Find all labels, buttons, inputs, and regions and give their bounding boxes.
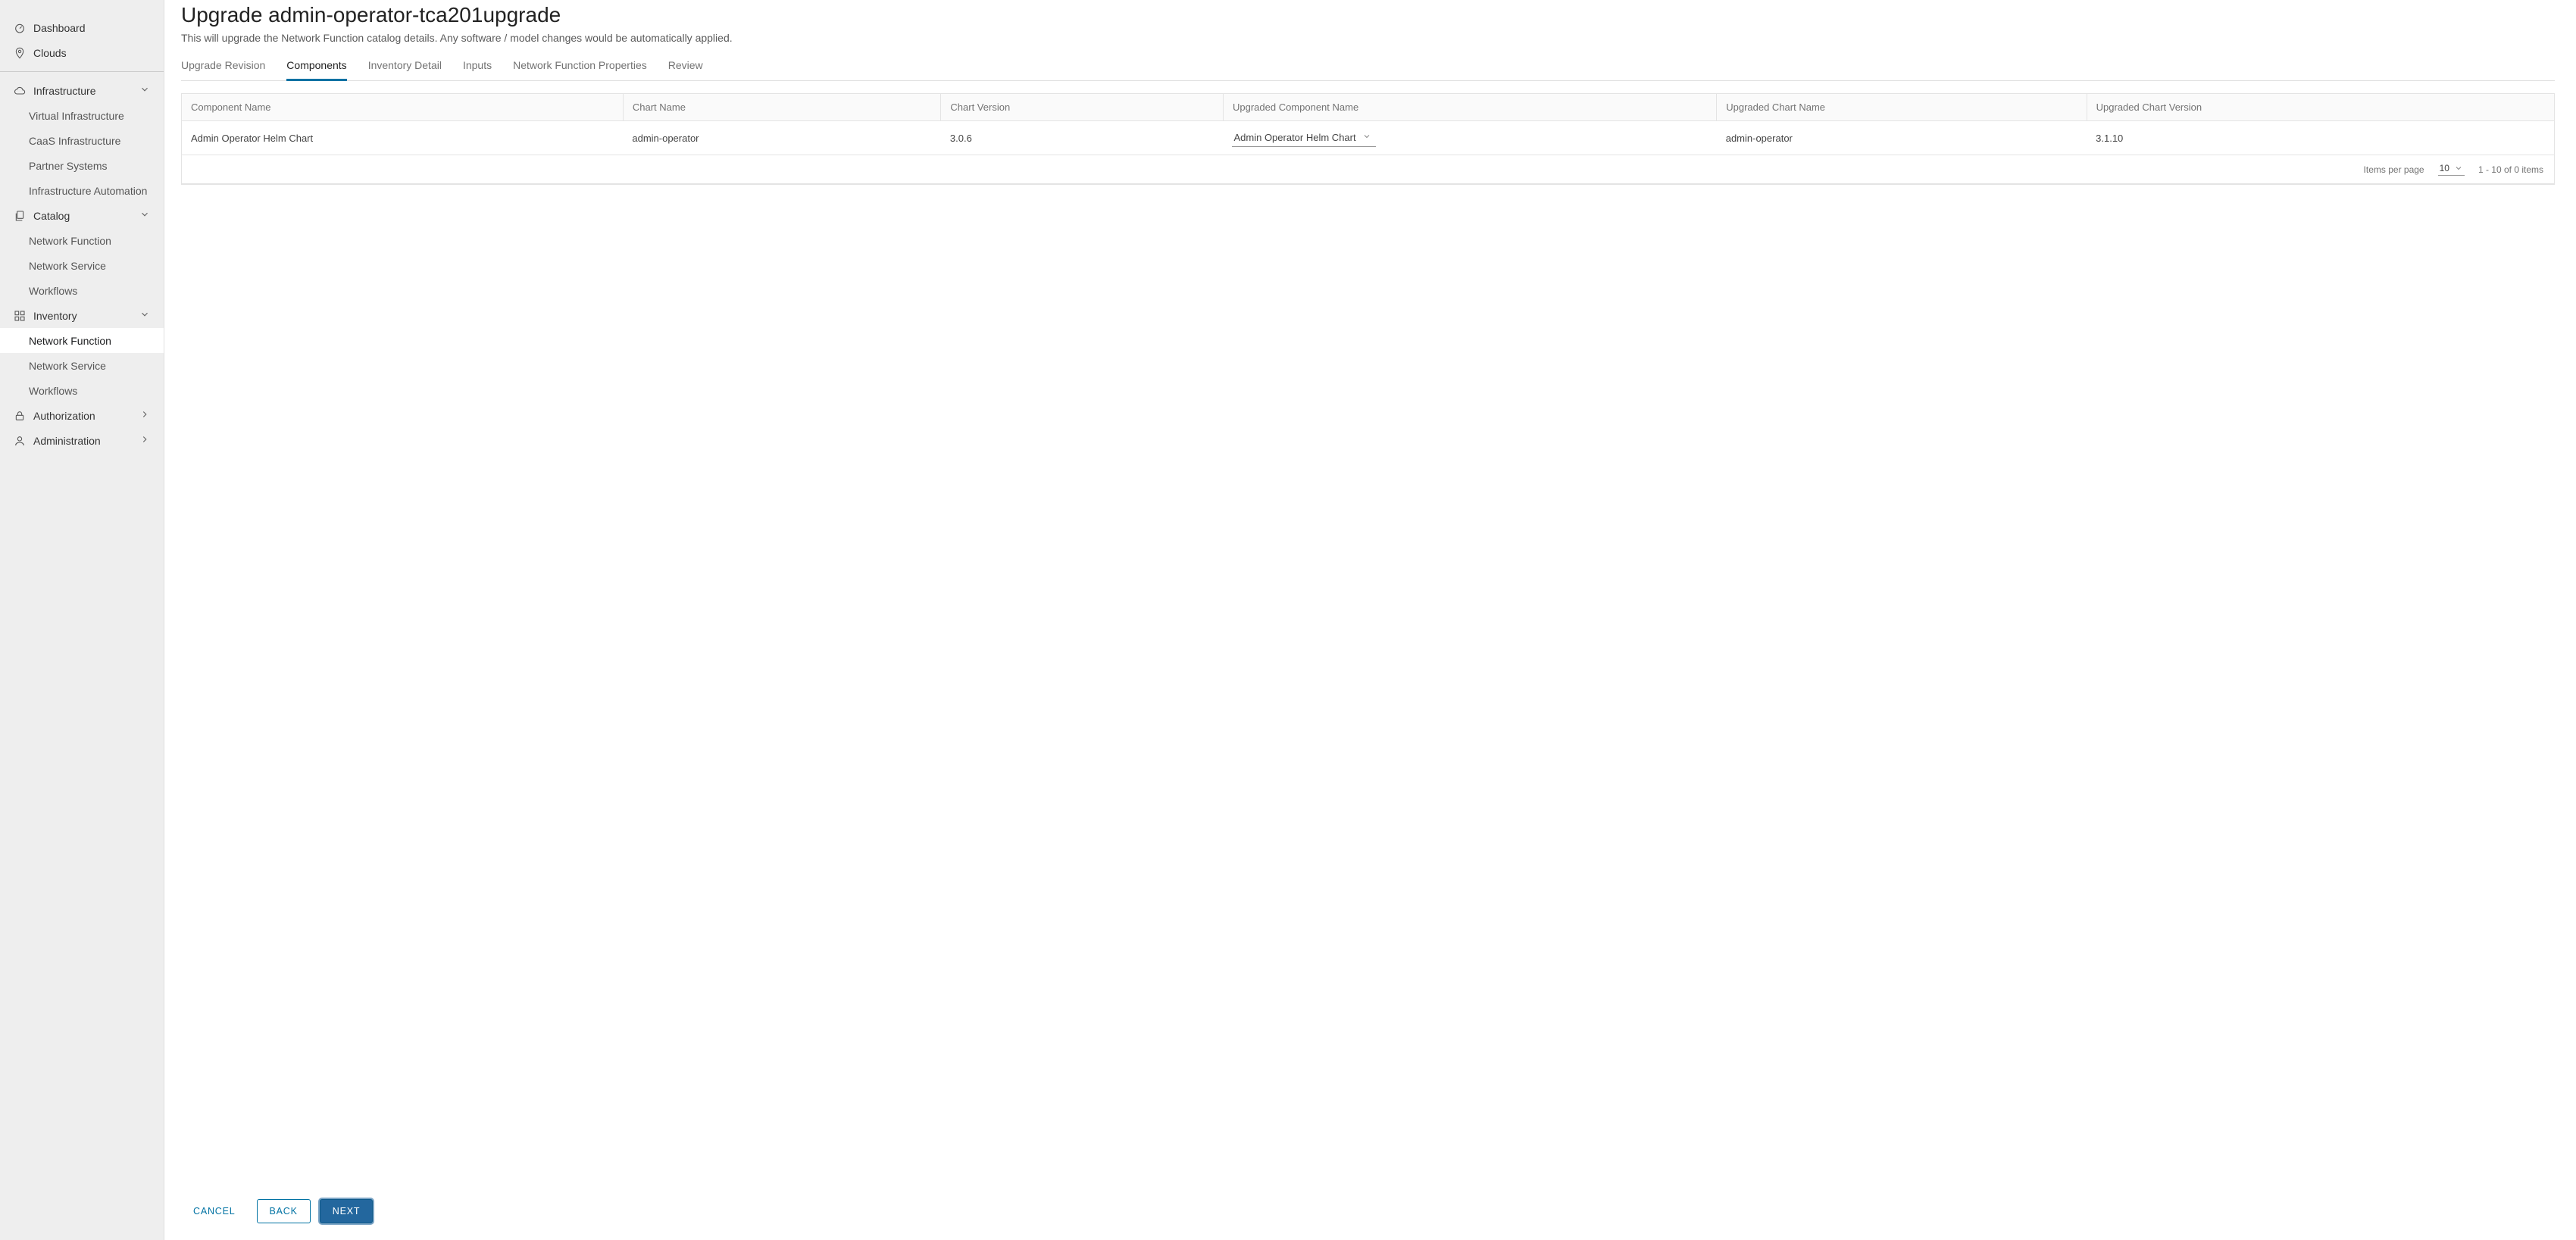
sidebar-item-label: Infrastructure Automation bbox=[29, 185, 147, 197]
sidebar: Dashboard Clouds Infrastructure Virtual … bbox=[0, 0, 164, 1240]
chevron-down-icon bbox=[1362, 132, 1371, 143]
col-header-chart-version[interactable]: Chart Version bbox=[941, 94, 1224, 121]
select-value: Admin Operator Helm Chart bbox=[1233, 132, 1355, 143]
sidebar-item-label: Workflows bbox=[29, 385, 77, 397]
tab-inventory-detail[interactable]: Inventory Detail bbox=[368, 55, 442, 81]
components-table: Component Name Chart Name Chart Version … bbox=[181, 93, 2555, 185]
chevron-down-icon bbox=[139, 209, 150, 222]
chevron-right-icon bbox=[139, 409, 150, 422]
user-icon bbox=[14, 435, 26, 447]
sidebar-item-label: Virtual Infrastructure bbox=[29, 110, 124, 122]
sidebar-group-catalog[interactable]: Catalog bbox=[0, 203, 164, 228]
page-title: Upgrade admin-operator-tca201upgrade bbox=[181, 3, 2555, 27]
tab-inputs[interactable]: Inputs bbox=[463, 55, 492, 81]
sidebar-item-label: Workflows bbox=[29, 285, 77, 297]
next-button[interactable]: NEXT bbox=[320, 1199, 374, 1223]
sidebar-item-dashboard[interactable]: Dashboard bbox=[0, 15, 164, 40]
sidebar-item-label: Dashboard bbox=[33, 22, 86, 34]
items-per-page-value: 10 bbox=[2440, 163, 2449, 173]
sidebar-group-label: Inventory bbox=[33, 310, 77, 322]
upgraded-component-select[interactable]: Admin Operator Helm Chart bbox=[1232, 129, 1375, 147]
sidebar-group-inventory[interactable]: Inventory bbox=[0, 303, 164, 328]
chevron-right-icon bbox=[139, 434, 150, 447]
items-per-page-label: Items per page bbox=[2364, 164, 2424, 175]
sidebar-item-catalog-network-function[interactable]: Network Function bbox=[0, 228, 164, 253]
sidebar-group-authorization[interactable]: Authorization bbox=[0, 403, 164, 428]
cloud-icon bbox=[14, 85, 26, 97]
chevron-down-icon bbox=[139, 84, 150, 97]
cell-upgraded-chart-version: 3.1.10 bbox=[2087, 121, 2554, 155]
cell-component-name: Admin Operator Helm Chart bbox=[182, 121, 623, 155]
col-header-upgraded-component-name[interactable]: Upgraded Component Name bbox=[1223, 94, 1716, 121]
tab-upgrade-revision[interactable]: Upgrade Revision bbox=[181, 55, 265, 81]
sidebar-group-label: Infrastructure bbox=[33, 85, 95, 97]
sidebar-item-label: CaaS Infrastructure bbox=[29, 135, 120, 147]
sidebar-group-label: Authorization bbox=[33, 410, 95, 422]
cell-chart-version: 3.0.6 bbox=[941, 121, 1224, 155]
sidebar-divider bbox=[0, 71, 164, 72]
sidebar-item-virtual-infrastructure[interactable]: Virtual Infrastructure bbox=[0, 103, 164, 128]
chevron-down-icon bbox=[2454, 164, 2463, 173]
sidebar-item-label: Network Function bbox=[29, 235, 111, 247]
table-header-row: Component Name Chart Name Chart Version … bbox=[182, 94, 2554, 121]
cell-chart-name: admin-operator bbox=[623, 121, 941, 155]
lock-icon bbox=[14, 410, 26, 422]
col-header-component-name[interactable]: Component Name bbox=[182, 94, 623, 121]
cell-upgraded-chart-name: admin-operator bbox=[1717, 121, 2087, 155]
sidebar-item-caas-infrastructure[interactable]: CaaS Infrastructure bbox=[0, 128, 164, 153]
col-header-upgraded-chart-name[interactable]: Upgraded Chart Name bbox=[1717, 94, 2087, 121]
grid-icon bbox=[14, 310, 26, 322]
sidebar-item-clouds[interactable]: Clouds bbox=[0, 40, 164, 65]
sidebar-item-inventory-network-function[interactable]: Network Function bbox=[0, 328, 164, 353]
tab-nf-properties[interactable]: Network Function Properties bbox=[513, 55, 647, 81]
sidebar-item-inventory-workflows[interactable]: Workflows bbox=[0, 378, 164, 403]
catalog-icon bbox=[14, 210, 26, 222]
chevron-down-icon bbox=[139, 309, 150, 322]
sidebar-item-label: Partner Systems bbox=[29, 160, 107, 172]
sidebar-item-label: Network Service bbox=[29, 260, 106, 272]
sidebar-item-catalog-workflows[interactable]: Workflows bbox=[0, 278, 164, 303]
sidebar-item-inventory-network-service[interactable]: Network Service bbox=[0, 353, 164, 378]
items-per-page-select[interactable]: 10 bbox=[2438, 163, 2465, 176]
dashboard-icon bbox=[14, 22, 26, 34]
wizard-footer: CANCEL BACK NEXT bbox=[164, 1187, 2576, 1240]
pin-icon bbox=[14, 47, 26, 59]
sidebar-item-label: Network Service bbox=[29, 360, 106, 372]
cancel-button[interactable]: CANCEL bbox=[181, 1200, 248, 1223]
pagination-row: Items per page 10 1 - 10 of 0 items bbox=[182, 155, 2554, 184]
tab-bar: Upgrade Revision Components Inventory De… bbox=[181, 55, 2555, 81]
sidebar-item-catalog-network-service[interactable]: Network Service bbox=[0, 253, 164, 278]
sidebar-group-label: Administration bbox=[33, 435, 101, 447]
tab-review[interactable]: Review bbox=[668, 55, 703, 81]
tab-components[interactable]: Components bbox=[286, 55, 346, 81]
sidebar-item-label: Network Function bbox=[29, 335, 111, 347]
table-row: Admin Operator Helm Chart admin-operator… bbox=[182, 121, 2554, 155]
col-header-chart-name[interactable]: Chart Name bbox=[623, 94, 941, 121]
pagination-range: 1 - 10 of 0 items bbox=[2478, 164, 2543, 175]
sidebar-item-label: Clouds bbox=[33, 47, 67, 59]
sidebar-group-administration[interactable]: Administration bbox=[0, 428, 164, 453]
sidebar-item-partner-systems[interactable]: Partner Systems bbox=[0, 153, 164, 178]
sidebar-group-label: Catalog bbox=[33, 210, 70, 222]
back-button[interactable]: BACK bbox=[257, 1199, 311, 1223]
col-header-upgraded-chart-version[interactable]: Upgraded Chart Version bbox=[2087, 94, 2554, 121]
sidebar-item-infrastructure-automation[interactable]: Infrastructure Automation bbox=[0, 178, 164, 203]
sidebar-group-infrastructure[interactable]: Infrastructure bbox=[0, 78, 164, 103]
page-subtitle: This will upgrade the Network Function c… bbox=[181, 32, 2555, 44]
